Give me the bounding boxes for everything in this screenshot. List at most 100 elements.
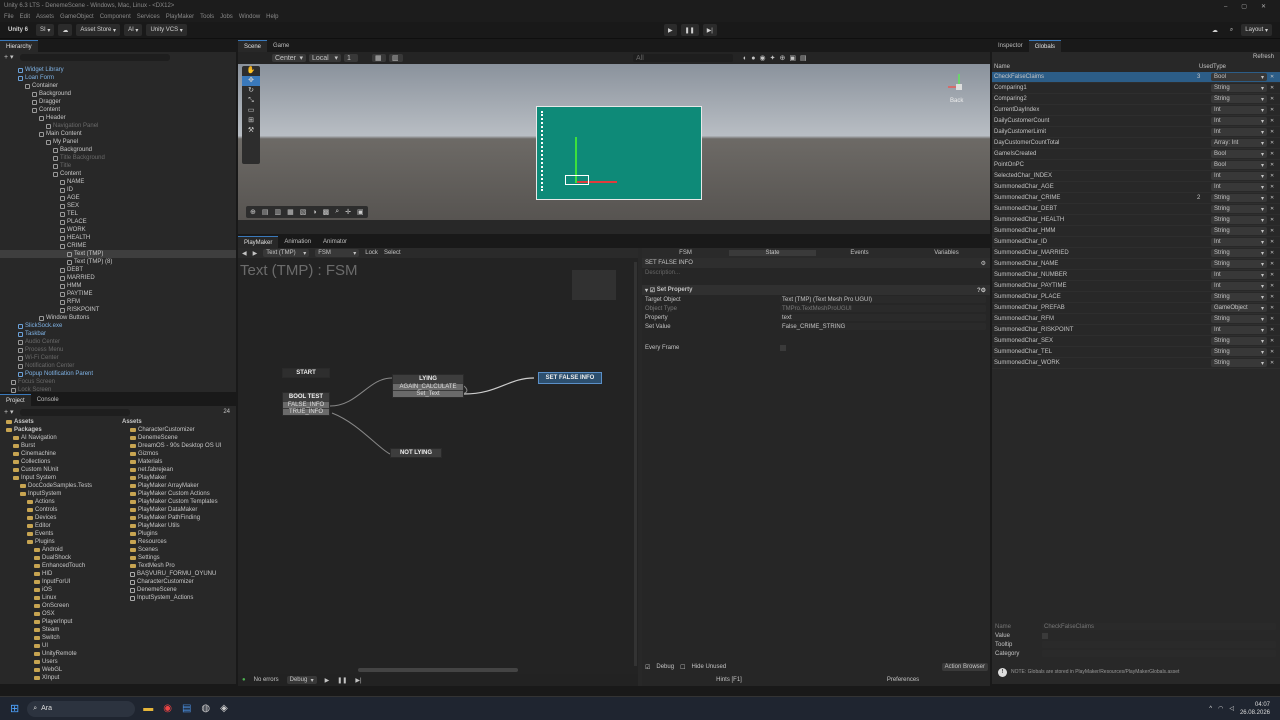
project-folder[interactable]: Steam	[0, 626, 118, 634]
delete-variable-icon[interactable]: ✕	[1270, 85, 1274, 91]
tray-overflow-icon[interactable]: ^	[1209, 706, 1212, 712]
hierarchy-item[interactable]: Main Content	[0, 130, 236, 138]
asset-store-button[interactable]: Asset Store ▾	[76, 24, 121, 36]
project-search-input[interactable]	[19, 408, 130, 416]
2d-icon[interactable]: ▤	[800, 54, 807, 62]
hints-button[interactable]: Hints [F1]	[642, 677, 816, 683]
global-type-dropdown[interactable]: String ▾	[1211, 205, 1267, 213]
project-folder[interactable]: AI Navigation	[0, 434, 118, 442]
project-folder[interactable]: Packages	[0, 426, 118, 434]
hierarchy-item[interactable]: Popup Notification Parent	[0, 370, 236, 378]
field-value[interactable]: Text (TMP) (Text Mesh Pro UGUI)	[780, 296, 986, 303]
tab-hierarchy[interactable]: Hierarchy	[0, 40, 38, 52]
state-set-false-info[interactable]: SET FALSE INFO	[538, 372, 602, 384]
project-folder[interactable]: HID	[0, 570, 118, 578]
field-value[interactable]: TMPro.TextMeshProUGUI	[780, 305, 986, 312]
global-type-dropdown[interactable]: String ▾	[1211, 194, 1267, 202]
delete-variable-icon[interactable]: ✕	[1270, 294, 1274, 300]
ai-button[interactable]: AI ▾	[124, 24, 143, 36]
tab-playmaker[interactable]: PlayMaker	[238, 236, 279, 248]
global-variable-row[interactable]: Comparing2 String ▾ ✕	[992, 94, 1280, 105]
global-type-dropdown[interactable]: Int ▾	[1211, 271, 1267, 279]
tab-project[interactable]: Project	[0, 394, 31, 406]
asset-item[interactable]: CharacterCustomizer	[120, 426, 236, 434]
delete-variable-icon[interactable]: ✕	[1270, 173, 1274, 179]
pause-icon[interactable]: ❚❚	[337, 677, 347, 684]
hierarchy-item[interactable]: AGE	[0, 194, 236, 202]
view-tool-icon[interactable]: ✋	[242, 66, 260, 76]
project-folder[interactable]: Events	[0, 530, 118, 538]
project-folder[interactable]: XInput	[0, 674, 118, 682]
project-folder[interactable]: Collections	[0, 458, 118, 466]
delete-variable-icon[interactable]: ✕	[1270, 96, 1274, 102]
hierarchy-item[interactable]: Content	[0, 106, 236, 114]
name-value[interactable]: CheckFalseClaims	[1042, 623, 1276, 630]
hierarchy-item[interactable]: Header	[0, 114, 236, 122]
menu-item-file[interactable]: File	[4, 14, 14, 20]
asset-item[interactable]: net.fabrejean	[120, 466, 236, 474]
transform-tool-icon[interactable]: ⊞	[242, 116, 260, 126]
hierarchy-item[interactable]: Text (TMP) (8)	[0, 258, 236, 266]
hierarchy-item[interactable]: Audio Center	[0, 338, 236, 346]
global-variable-row[interactable]: PointOnPC Bool ▾ ✕	[992, 160, 1280, 171]
hierarchy-item[interactable]: Text (TMP)	[0, 250, 236, 258]
step-button[interactable]: ▶|	[702, 24, 717, 36]
project-folder[interactable]: InputForUI	[0, 578, 118, 586]
menu-item-window[interactable]: Window	[239, 14, 260, 20]
global-variable-row[interactable]: SummonedChar_RFM String ▾ ✕	[992, 314, 1280, 325]
delete-variable-icon[interactable]: ✕	[1270, 327, 1274, 333]
global-variable-row[interactable]: DailyCustomerCount Int ▾ ✕	[992, 116, 1280, 127]
menu-item-services[interactable]: Services	[137, 14, 160, 20]
asset-item[interactable]: PlayMaker	[120, 474, 236, 482]
unity-account-button[interactable]: Unity 6	[4, 24, 32, 36]
tab-fsm[interactable]: FSM	[642, 250, 729, 256]
pause-button[interactable]: ❚❚	[680, 24, 699, 36]
hierarchy-item[interactable]: Notification Center	[0, 362, 236, 370]
hierarchy-item[interactable]: Dragger	[0, 98, 236, 106]
project-folder[interactable]: Linux	[0, 594, 118, 602]
state-bool-test[interactable]: BOOL TEST FALSE_INFO TRUE_INFO	[282, 392, 330, 416]
delete-variable-icon[interactable]: ✕	[1270, 140, 1274, 146]
hierarchy-item[interactable]: RISKPOINT	[0, 306, 236, 314]
project-folder[interactable]: Assets	[0, 418, 118, 426]
rotate-tool-icon[interactable]: ↻	[242, 86, 260, 96]
hierarchy-item[interactable]: Container	[0, 82, 236, 90]
tab-animator[interactable]: Animator	[317, 236, 353, 248]
project-folder[interactable]: UnityRemote	[0, 650, 118, 658]
global-type-dropdown[interactable]: Int ▾	[1211, 128, 1267, 136]
tab-variables[interactable]: Variables	[903, 250, 990, 256]
global-variable-row[interactable]: SummonedChar_NAME String ▾ ✕	[992, 259, 1280, 270]
custom-tool-icon[interactable]: ⚒	[242, 126, 260, 136]
state-lying[interactable]: LYING AGAIN_CALCULATE Set_Text	[392, 374, 464, 398]
global-variable-row[interactable]: DailyCustomerLimit Int ▾ ✕	[992, 127, 1280, 138]
delete-variable-icon[interactable]: ✕	[1270, 316, 1274, 322]
action-browser-button[interactable]: Action Browser	[941, 663, 988, 671]
tooltip-input[interactable]	[1042, 641, 1276, 648]
delete-variable-icon[interactable]: ✕	[1270, 129, 1274, 135]
hierarchy-item[interactable]: HEALTH	[0, 234, 236, 242]
delete-variable-icon[interactable]: ✕	[1270, 250, 1274, 256]
global-type-dropdown[interactable]: String ▾	[1211, 249, 1267, 257]
lighting-icon[interactable]: ●	[751, 55, 755, 62]
global-variable-row[interactable]: SummonedChar_SEX String ▾ ✕	[992, 336, 1280, 347]
project-folder[interactable]: Custom NUnit	[0, 466, 118, 474]
play-button[interactable]: ▶	[664, 24, 677, 36]
hierarchy-item[interactable]: Title Background	[0, 154, 236, 162]
hierarchy-item[interactable]: PLACE	[0, 218, 236, 226]
global-variable-row[interactable]: SummonedChar_TEL String ▾ ✕	[992, 347, 1280, 358]
hierarchy-item[interactable]: Loan Form	[0, 74, 236, 82]
hierarchy-item[interactable]: NAME	[0, 178, 236, 186]
project-folder[interactable]: Plugins	[0, 538, 118, 546]
hierarchy-item[interactable]: Taskbar	[0, 330, 236, 338]
hierarchy-item[interactable]: DEBT	[0, 266, 236, 274]
global-type-dropdown[interactable]: String ▾	[1211, 95, 1267, 103]
action-settings-icon[interactable]: ?⚙	[977, 287, 986, 294]
global-variable-row[interactable]: SummonedChar_WORK String ▾ ✕	[992, 358, 1280, 369]
hierarchy-item[interactable]: Process Menu	[0, 346, 236, 354]
github-icon[interactable]: ◍	[201, 703, 210, 714]
delete-variable-icon[interactable]: ✕	[1270, 206, 1274, 212]
delete-variable-icon[interactable]: ✕	[1270, 283, 1274, 289]
menu-item-component[interactable]: Component	[100, 14, 131, 20]
global-variable-row[interactable]: SummonedChar_CRIME 2 String ▾ ✕	[992, 193, 1280, 204]
global-variable-row[interactable]: SummonedChar_PREFAB GameObject ▾ ✕	[992, 303, 1280, 314]
